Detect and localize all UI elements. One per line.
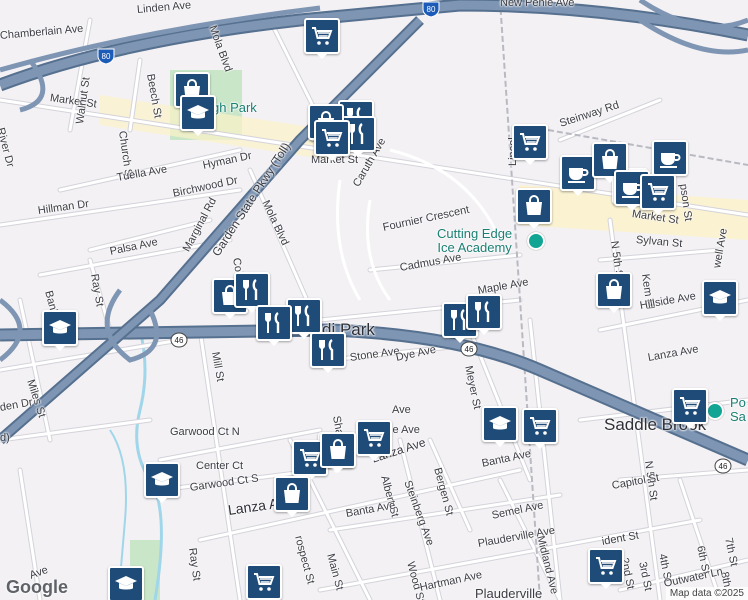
label-garwood-ct-n: Garwood Ct N bbox=[170, 426, 240, 438]
label-ave-1: Ave bbox=[392, 404, 411, 416]
cart-icon bbox=[298, 446, 322, 470]
shopping-bag-icon bbox=[522, 194, 546, 218]
cart-pin[interactable] bbox=[672, 388, 708, 429]
coffee-icon bbox=[658, 146, 682, 170]
school-pin[interactable] bbox=[180, 95, 216, 136]
cart-icon bbox=[646, 180, 670, 204]
cart-icon bbox=[678, 394, 702, 418]
coffee-icon bbox=[566, 161, 590, 185]
poi-marker-east[interactable] bbox=[706, 402, 724, 420]
restaurant-pin[interactable] bbox=[256, 305, 292, 346]
i80-shield-top: 80 bbox=[422, 1, 440, 18]
restaurant-icon bbox=[262, 311, 286, 335]
route-46-shield-mid-text: 46 bbox=[465, 345, 474, 354]
map-canvas[interactable]: Linden Ave Chamberlain Ave New Pehle Ave… bbox=[0, 0, 748, 600]
cart-pin[interactable] bbox=[522, 408, 558, 449]
cart-icon bbox=[252, 570, 276, 594]
cart-icon bbox=[594, 554, 618, 578]
cart-icon bbox=[528, 414, 552, 438]
label-cutting-edge-ice-academy[interactable]: Cutting Edge Ice Academy bbox=[437, 227, 512, 255]
label-plauderville: Plauderville bbox=[475, 586, 543, 600]
route-46-shield-west-text: 46 bbox=[175, 336, 184, 345]
shopping-bag-pin[interactable] bbox=[596, 272, 632, 313]
map-attribution[interactable]: Map data ©2025 bbox=[665, 587, 748, 600]
school-icon bbox=[114, 572, 138, 596]
ice-rink-poi-marker[interactable] bbox=[527, 232, 545, 250]
school-icon bbox=[708, 286, 732, 310]
shopping-bag-pin[interactable] bbox=[516, 188, 552, 229]
school-icon bbox=[186, 101, 210, 125]
shopping-bag-icon bbox=[280, 482, 304, 506]
restaurant-icon bbox=[316, 338, 340, 362]
route-46-shield-west: 46 bbox=[170, 332, 188, 348]
route-46-shield-east-text: 46 bbox=[719, 462, 728, 471]
cart-pin[interactable] bbox=[246, 564, 282, 600]
cart-pin[interactable] bbox=[356, 420, 392, 461]
restaurant-icon bbox=[240, 278, 264, 302]
school-icon bbox=[150, 468, 174, 492]
cart-icon bbox=[310, 24, 334, 48]
cart-icon bbox=[518, 130, 542, 154]
google-logo: Google bbox=[6, 577, 68, 597]
school-pin[interactable] bbox=[482, 406, 518, 447]
school-icon bbox=[48, 316, 72, 340]
coffee-pin[interactable] bbox=[560, 155, 596, 196]
label-new-pehle-ave: New Pehle Ave bbox=[500, 0, 575, 9]
label-rochelle-park: gh Park bbox=[212, 100, 257, 115]
cart-pin[interactable] bbox=[512, 124, 548, 165]
shopping-bag-icon bbox=[598, 148, 622, 172]
school-pin[interactable] bbox=[42, 310, 78, 351]
school-pin[interactable] bbox=[108, 566, 144, 600]
cart-icon bbox=[320, 126, 344, 150]
label-d: d) bbox=[0, 432, 10, 444]
school-pin[interactable] bbox=[144, 462, 180, 503]
i80-shield-top-text: 80 bbox=[427, 5, 436, 14]
restaurant-pin[interactable] bbox=[234, 272, 270, 313]
restaurant-icon bbox=[472, 300, 496, 324]
cart-icon bbox=[362, 426, 386, 450]
i80-shield-left-text: 80 bbox=[102, 52, 111, 61]
shopping-bag-pin[interactable] bbox=[320, 432, 356, 473]
cart-pin[interactable] bbox=[588, 548, 624, 589]
i80-shield-left: 80 bbox=[97, 48, 115, 65]
restaurant-pin[interactable] bbox=[466, 294, 502, 335]
cart-pin[interactable] bbox=[314, 120, 350, 161]
cart-pin[interactable] bbox=[304, 18, 340, 59]
shopping-bag-pin[interactable] bbox=[274, 476, 310, 517]
coffee-pin[interactable] bbox=[652, 140, 688, 181]
school-icon bbox=[488, 412, 512, 436]
restaurant-icon bbox=[292, 304, 316, 328]
school-pin[interactable] bbox=[702, 280, 738, 321]
shopping-bag-icon bbox=[602, 278, 626, 302]
route-46-shield-east: 46 bbox=[714, 458, 732, 474]
label-center-ct: Center Ct bbox=[196, 460, 244, 472]
label-poi-east[interactable]: Po Sa bbox=[730, 396, 746, 424]
cart-pin[interactable] bbox=[640, 174, 676, 215]
shopping-bag-icon bbox=[326, 438, 350, 462]
restaurant-pin[interactable] bbox=[310, 332, 346, 373]
